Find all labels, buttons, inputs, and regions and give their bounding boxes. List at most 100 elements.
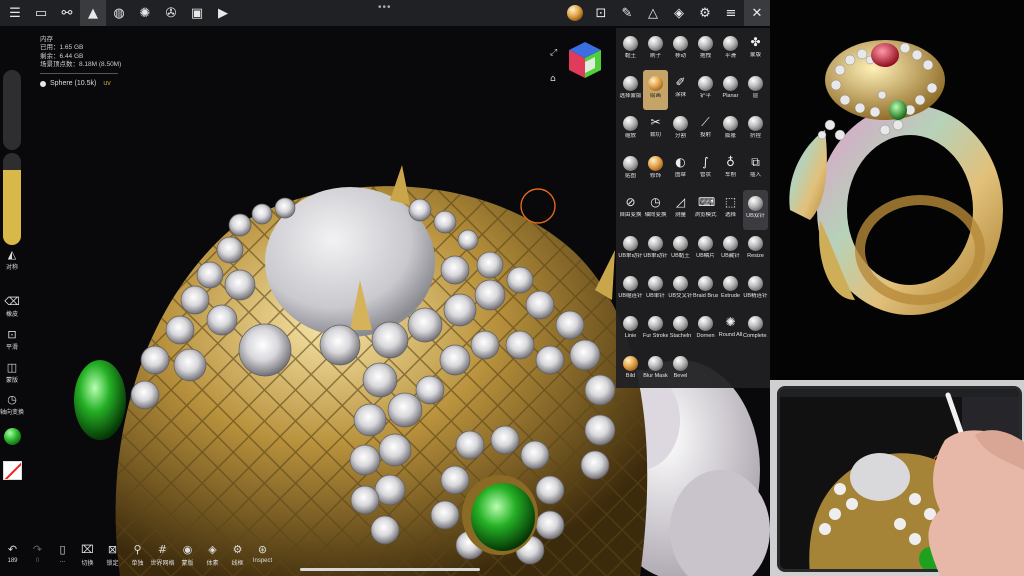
brush-22[interactable]: ♁ 车削 <box>718 150 743 190</box>
bottom-tool-world-grid[interactable]: # 世界网格 <box>150 540 175 576</box>
brush-12[interactable]: 缩放 <box>618 110 643 150</box>
brush-label: 黏土 <box>624 53 636 59</box>
brush-30[interactable]: UB单动针 <box>618 230 643 270</box>
brush-18[interactable]: 贴图 <box>618 150 643 190</box>
brush-13[interactable]: ✂ 裁切 <box>643 110 668 150</box>
brush-25[interactable]: ◷ 轴向变换 <box>643 190 668 230</box>
view-cube[interactable] <box>565 40 605 80</box>
brush-1[interactable]: 刷子 <box>643 30 668 70</box>
brush-24[interactable]: ⊘ 自由变换 <box>618 190 643 230</box>
home-icon[interactable]: ⌂ <box>550 66 557 92</box>
bottom-tool-inspect[interactable]: ⊛ Inspect <box>250 540 275 576</box>
brush-48[interactable]: Bild <box>618 350 643 390</box>
bottom-tool-wireframe[interactable]: ⚙ 线框 <box>225 540 250 576</box>
fullscreen-icon[interactable]: ⤢ <box>550 40 557 66</box>
smooth-tool[interactable]: ⊡ 平滑 <box>0 329 24 352</box>
active-mesh[interactable]: Sphere (10.5k) uv <box>40 80 111 87</box>
brush-43[interactable]: Fur Stroke <box>643 310 668 350</box>
brush-5[interactable]: ✤ 蒙版 <box>743 30 768 70</box>
brush-7[interactable]: 绘画 <box>643 70 668 110</box>
menu-icon[interactable]: ☰ <box>2 0 28 26</box>
brush-4[interactable]: 平滑 <box>718 30 743 70</box>
settings-icon[interactable]: ⚙ <box>692 0 718 26</box>
symmetry-tool[interactable]: ◭ 对称 <box>0 249 24 272</box>
brush-label: UB双针 <box>746 213 765 219</box>
more-dots[interactable]: ••• <box>378 2 392 13</box>
sun-icon[interactable]: ✺ <box>132 0 158 26</box>
bottom-tool-voxel[interactable]: ◈ 体素 <box>200 540 225 576</box>
brush-27[interactable]: ⌨ 浏览模式 <box>693 190 718 230</box>
brush-0[interactable]: 黏土 <box>618 30 643 70</box>
wand-icon[interactable]: △ <box>640 0 666 26</box>
bottom-tool-redo[interactable]: ↷ 0 <box>25 540 50 576</box>
brush-33[interactable]: UB鳞片 <box>693 230 718 270</box>
brush-icon[interactable]: ✎ <box>614 0 640 26</box>
brush-11[interactable]: 层 <box>743 70 768 110</box>
intensity-slider[interactable] <box>3 153 21 245</box>
brush-17[interactable]: 挤捏 <box>743 110 768 150</box>
bottom-tool-camera-switch[interactable]: ⌧ 切换 <box>75 540 100 576</box>
brush-19[interactable]: 修饰 <box>643 150 668 190</box>
sculpt-viewport[interactable]: ☰ ▭ ⚯ ▲ ◍ ✺ ✇ ▣ ▶ ••• ⊡ ✎ △ ◈ ⚙ ≡ ✕ 内存 已… <box>0 0 770 576</box>
brush-23[interactable]: ⧉ 插入 <box>743 150 768 190</box>
material-none-swatch[interactable] <box>3 461 22 480</box>
sliders-icon[interactable]: ≡ <box>718 0 744 26</box>
brush-38[interactable]: UB交叉针 <box>668 270 693 310</box>
bottom-tool-eye[interactable]: ◉ 蒙版 <box>175 540 200 576</box>
sphere-grid-icon[interactable]: ◍ <box>106 0 132 26</box>
brush-15[interactable]: ⟋ 投射 <box>693 110 718 150</box>
video-icon[interactable]: ▶ <box>210 0 236 26</box>
image-icon[interactable]: ▣ <box>184 0 210 26</box>
brush-37[interactable]: UB单针 <box>643 270 668 310</box>
material-ball-icon[interactable] <box>562 0 588 26</box>
brush-9[interactable]: 铲平 <box>693 70 718 110</box>
bottom-tool-lock[interactable]: ⊠ 锁定 <box>100 540 125 576</box>
brush-46[interactable]: ✺ Round All <box>718 310 743 350</box>
brush-35[interactable]: Resize <box>743 230 768 270</box>
bottom-tool-isolate[interactable]: ⚲ 单独 <box>125 540 150 576</box>
brush-41[interactable]: UB精连针 <box>743 270 768 310</box>
erase-tool[interactable]: ⌫ 橡皮 <box>0 296 24 319</box>
frame-icon[interactable]: ⊡ <box>588 0 614 26</box>
brush-20[interactable]: ◐ 图章 <box>668 150 693 190</box>
brush-21[interactable]: ∫ 管状 <box>693 150 718 190</box>
brush-6[interactable]: 选择蒙版 <box>618 70 643 110</box>
brush-preview-icon <box>648 356 663 371</box>
brush-3[interactable]: 拖拽 <box>693 30 718 70</box>
brush-26[interactable]: ◿ 测量 <box>668 190 693 230</box>
bottom-tool-tablet[interactable]: ▯... <box>50 540 75 576</box>
brush-50[interactable]: Bevel <box>668 350 693 390</box>
radius-slider[interactable] <box>3 70 21 150</box>
brush-49[interactable]: Blur Mask <box>643 350 668 390</box>
brush-28[interactable]: ⬚ 选择 <box>718 190 743 230</box>
brush-44[interactable]: Stacheln <box>668 310 693 350</box>
film-reel-icon[interactable]: ✇ <box>158 0 184 26</box>
mask-tool[interactable]: ◫ 蒙版 <box>0 362 24 385</box>
brush-36[interactable]: UB缩连针 <box>618 270 643 310</box>
brush-45[interactable]: Dornen <box>693 310 718 350</box>
brush-42[interactable]: Linie <box>618 310 643 350</box>
color-swatch[interactable] <box>4 428 21 445</box>
brush-47[interactable]: Complete Alpha <box>743 310 768 350</box>
brush-8[interactable]: ✐ 涂抹 <box>668 70 693 110</box>
layers-icon[interactable]: ◈ <box>666 0 692 26</box>
share-nodes-icon[interactable]: ⚯ <box>54 0 80 26</box>
brush-preview-icon <box>673 236 688 251</box>
axis-transform-tool[interactable]: ◷ 轴向变换 <box>0 394 24 417</box>
brush-31[interactable]: UB单动针 <box>643 230 668 270</box>
brush-2[interactable]: 移动 <box>668 30 693 70</box>
brush-32[interactable]: UB黏土 <box>668 230 693 270</box>
brush-29[interactable]: UB双针 <box>743 190 768 230</box>
mountain-scene-icon[interactable]: ▲ <box>80 0 106 26</box>
brush-label: Complete Alpha <box>743 333 768 339</box>
brush-14[interactable]: 分割 <box>668 110 693 150</box>
folder-icon[interactable]: ▭ <box>28 0 54 26</box>
brush-10[interactable]: Planar <box>718 70 743 110</box>
brush-16[interactable]: 膨胀 <box>718 110 743 150</box>
bottom-tool-undo[interactable]: ↶ 189 <box>0 540 25 576</box>
brush-40[interactable]: Extrude <box>718 270 743 310</box>
brush-label: 膨胀 <box>724 133 736 139</box>
brush-39[interactable]: Braid Brush <box>693 270 718 310</box>
tools-close-icon[interactable]: ✕ <box>744 0 770 26</box>
brush-34[interactable]: UB藏针 <box>718 230 743 270</box>
